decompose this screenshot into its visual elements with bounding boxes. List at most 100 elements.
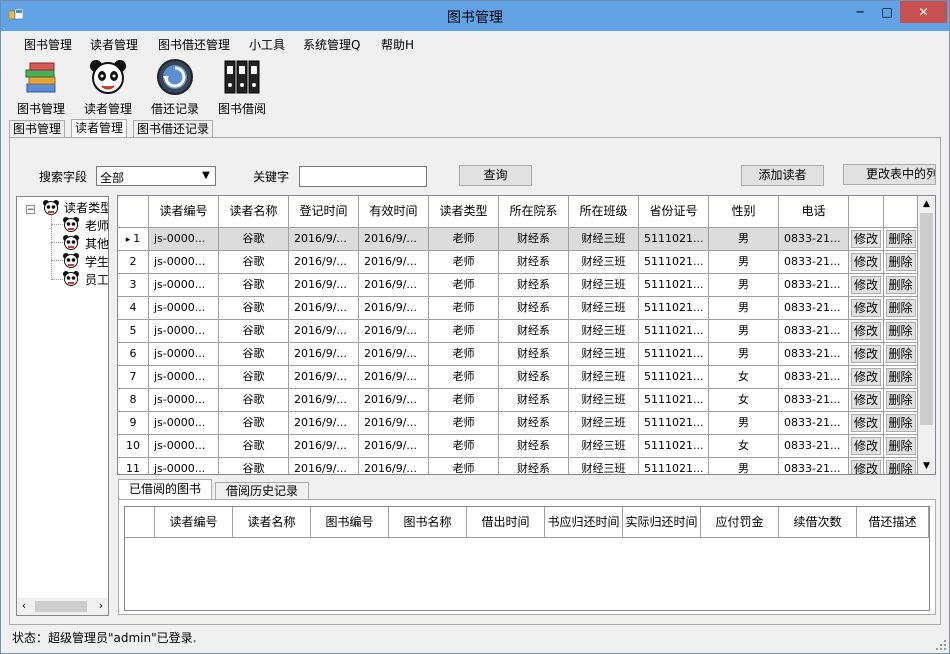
table-cell[interactable]: 财经系 — [499, 343, 569, 366]
table-cell[interactable]: 2016/9/... — [289, 228, 359, 251]
tree-root-reader-type[interactable]: 读者类型 — [64, 199, 108, 216]
table-cell[interactable]: 2016/9/... — [289, 343, 359, 366]
table-cell[interactable]: js-0000... — [149, 389, 219, 412]
table-cell[interactable]: 谷歌 — [219, 435, 289, 458]
column-header[interactable]: 借出时间 — [467, 507, 545, 538]
edit-row-button[interactable]: 修改 — [851, 414, 881, 432]
table-cell[interactable]: 财经三班 — [569, 412, 639, 435]
table-cell[interactable]: 财经系 — [499, 366, 569, 389]
delete-row-button[interactable]: 删除 — [885, 276, 916, 294]
table-cell[interactable]: 老师 — [429, 274, 499, 297]
column-header[interactable]: 登记时间 — [289, 196, 359, 228]
table-cell[interactable]: 0833-21... — [779, 366, 849, 389]
tree-item-student[interactable]: 学生 — [85, 253, 108, 270]
delete-row-button[interactable]: 删除 — [885, 322, 916, 340]
column-header[interactable]: 读者名称 — [233, 507, 311, 538]
table-cell[interactable]: 男 — [709, 251, 779, 274]
column-header[interactable]: 性别 — [709, 196, 779, 228]
edit-row-button[interactable]: 修改 — [851, 253, 881, 271]
table-cell[interactable]: 2016/9/... — [359, 412, 429, 435]
table-cell[interactable]: 女 — [709, 366, 779, 389]
tab-borrow-records[interactable]: 图书借还记录 — [133, 120, 214, 138]
table-cell[interactable]: 财经三班 — [569, 274, 639, 297]
table-cell[interactable]: 男 — [709, 458, 779, 474]
reader-type-tree[interactable]: − 读者类型 老师 其他 学生 员工 ‹ › — [16, 196, 109, 616]
table-cell[interactable]: 5111021... — [639, 458, 709, 474]
table-cell[interactable]: 2016/9/... — [359, 251, 429, 274]
table-cell[interactable]: js-0000... — [149, 435, 219, 458]
table-cell[interactable]: 老师 — [429, 228, 499, 251]
table-cell[interactable]: js-0000... — [149, 458, 219, 474]
table-cell[interactable]: 2016/9/... — [289, 389, 359, 412]
table-cell[interactable]: 男 — [709, 228, 779, 251]
table-cell[interactable]: 谷歌 — [219, 251, 289, 274]
column-header[interactable]: 读者名称 — [219, 196, 289, 228]
table-cell[interactable]: 财经三班 — [569, 435, 639, 458]
table-cell[interactable]: 财经系 — [499, 228, 569, 251]
table-cell[interactable]: 0833-21... — [779, 458, 849, 474]
chevron-down-icon[interactable]: ▼ — [199, 168, 213, 184]
column-header[interactable]: 所在院系 — [499, 196, 569, 228]
table-cell[interactable]: 谷歌 — [219, 228, 289, 251]
delete-row-button[interactable]: 删除 — [885, 345, 916, 363]
table-cell[interactable]: 老师 — [429, 435, 499, 458]
delete-row-button[interactable]: 删除 — [885, 437, 916, 455]
table-cell[interactable]: 财经系 — [499, 389, 569, 412]
toolbar-book-management-button[interactable]: 图书管理 — [11, 58, 71, 117]
tab-reader-management[interactable]: 读者管理 — [71, 119, 128, 138]
table-cell[interactable]: js-0000... — [149, 274, 219, 297]
table-cell[interactable]: 男 — [709, 297, 779, 320]
table-cell[interactable]: 老师 — [429, 389, 499, 412]
tree-item-other[interactable]: 其他 — [85, 235, 108, 252]
table-cell[interactable]: 财经系 — [499, 435, 569, 458]
table-cell[interactable]: 5111021... — [639, 274, 709, 297]
column-header[interactable] — [884, 196, 918, 228]
table-cell[interactable]: js-0000... — [149, 228, 219, 251]
table-cell[interactable]: 5111021... — [639, 366, 709, 389]
edit-row-button[interactable]: 修改 — [851, 368, 881, 386]
column-header[interactable]: 图书名称 — [389, 507, 467, 538]
table-cell[interactable]: 2016/9/... — [289, 297, 359, 320]
menu-borrow-return[interactable]: 图书借还管理 — [158, 36, 230, 53]
table-cell[interactable]: 5111021... — [639, 297, 709, 320]
table-cell[interactable]: js-0000... — [149, 412, 219, 435]
table-cell[interactable]: 老师 — [429, 320, 499, 343]
table-cell[interactable]: 老师 — [429, 412, 499, 435]
minimize-button[interactable]: ─ — [846, 1, 874, 23]
table-cell[interactable]: 老师 — [429, 297, 499, 320]
delete-row-button[interactable]: 删除 — [885, 414, 916, 432]
menu-tools[interactable]: 小工具 — [249, 36, 285, 53]
edit-row-button[interactable]: 修改 — [851, 276, 881, 294]
table-cell[interactable]: 谷歌 — [219, 343, 289, 366]
table-cell[interactable]: 财经系 — [499, 320, 569, 343]
resize-grip-icon[interactable] — [935, 639, 947, 651]
edit-row-button[interactable]: 修改 — [851, 437, 881, 455]
table-cell[interactable]: 财经三班 — [569, 389, 639, 412]
edit-row-button[interactable]: 修改 — [851, 322, 881, 340]
row-header[interactable]: 11 — [118, 458, 149, 474]
table-cell[interactable]: 财经系 — [499, 274, 569, 297]
column-header[interactable]: 有效时间 — [359, 196, 429, 228]
table-cell[interactable]: 5111021... — [639, 320, 709, 343]
close-button[interactable]: ✕ — [900, 1, 947, 23]
table-cell[interactable]: 5111021... — [639, 435, 709, 458]
scroll-right-icon[interactable]: › — [94, 599, 108, 612]
row-header[interactable]: 5 — [118, 320, 149, 343]
row-header[interactable]: 3 — [118, 274, 149, 297]
row-header[interactable]: 7 — [118, 366, 149, 389]
column-header[interactable]: 所在班级 — [569, 196, 639, 228]
row-header[interactable]: 9 — [118, 412, 149, 435]
table-cell[interactable]: 2016/9/... — [289, 366, 359, 389]
row-header[interactable]: 6 — [118, 343, 149, 366]
table-cell[interactable]: 2016/9/... — [359, 458, 429, 474]
delete-row-button[interactable]: 删除 — [885, 230, 916, 248]
table-cell[interactable]: 男 — [709, 343, 779, 366]
menu-help[interactable]: 帮助H — [381, 36, 414, 53]
column-header[interactable] — [849, 196, 884, 228]
table-cell[interactable]: js-0000... — [149, 320, 219, 343]
toolbar-borrow-records-button[interactable]: 借还记录 — [145, 58, 205, 117]
column-header[interactable]: 图书编号 — [311, 507, 389, 538]
table-cell[interactable]: 0833-21... — [779, 251, 849, 274]
delete-row-button[interactable]: 删除 — [885, 368, 916, 386]
row-header[interactable]: 8 — [118, 389, 149, 412]
